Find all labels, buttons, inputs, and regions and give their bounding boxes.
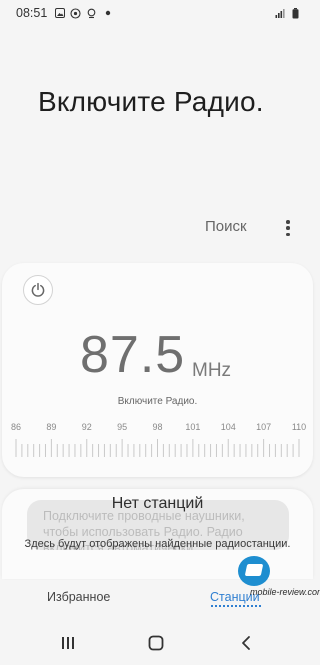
more-dot [286, 226, 290, 230]
back-icon [242, 636, 250, 650]
app-icon [70, 7, 81, 19]
power-icon [31, 282, 45, 297]
battery-icon [290, 7, 301, 19]
home-button[interactable] [136, 628, 176, 658]
status-right [274, 7, 301, 19]
status-bar: 08:51 [0, 0, 315, 26]
tab-stations-indicator [211, 605, 261, 607]
dot-icon [102, 8, 113, 19]
scale-label: 92 [81, 422, 92, 432]
tuner-status: Включите Радио. [117, 396, 198, 407]
watermark-text: mobile-review.com [250, 587, 320, 597]
recents-icon [62, 637, 74, 649]
scale-label: 110 [291, 422, 307, 432]
scale-label: 101 [185, 422, 201, 432]
power-button[interactable] [23, 275, 53, 305]
scale-label: 98 [152, 422, 163, 432]
home-icon [148, 635, 164, 651]
tab-favorites[interactable]: Избранное [47, 590, 110, 604]
tuner-card: 87.5 MHz Включите Радио. 86 89 92 95 98 … [2, 263, 313, 477]
frequency-scale-labels: 86 89 92 95 98 101 104 107 110 [2, 422, 313, 434]
scale-label: 104 [220, 422, 236, 432]
frequency-unit: MHz [192, 360, 232, 381]
navigation-bar [0, 620, 315, 665]
more-vertical-icon[interactable] [280, 218, 296, 238]
recents-button[interactable] [48, 628, 88, 658]
stations-hint: Здесь будут отображены найденные радиост… [24, 538, 291, 550]
location-icon [86, 8, 97, 19]
frequency-display: 87.5 [80, 326, 186, 384]
more-dot [286, 220, 290, 224]
scale-label: 89 [46, 422, 57, 432]
watermark: mobile-review.com [232, 556, 320, 600]
signal-icon [274, 8, 285, 19]
search-button[interactable]: Поиск [205, 218, 247, 235]
page-title: Включите Радио. [38, 86, 264, 117]
back-button[interactable] [226, 628, 266, 658]
status-time: 08:51 [16, 6, 48, 20]
watermark-logo [238, 556, 270, 586]
gallery-icon [54, 8, 65, 19]
scale-label: 95 [117, 422, 128, 432]
status-left: 08:51 [16, 6, 113, 20]
more-dot [286, 232, 290, 236]
scale-label: 86 [10, 422, 22, 432]
scale-label: 107 [256, 422, 272, 432]
frequency-scale[interactable] [2, 439, 313, 459]
